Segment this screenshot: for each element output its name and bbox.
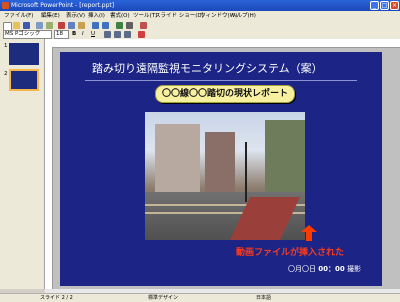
title-underline [85, 80, 357, 81]
date-suffix: 撮影 [346, 265, 361, 273]
menu-insert[interactable]: 挿入(I) [88, 11, 105, 21]
horizontal-ruler [45, 39, 400, 48]
thumbnail-number: 2 [4, 71, 8, 77]
chart-icon[interactable] [116, 22, 123, 29]
building [205, 132, 235, 192]
maximize-button[interactable]: □ [380, 1, 389, 10]
preview-icon[interactable] [46, 22, 53, 29]
font-name-select[interactable]: MS Pゴシック [3, 30, 52, 39]
align-right-icon[interactable] [124, 31, 131, 38]
subtitle-box[interactable]: 〇〇線〇〇踏切の現状レポート [155, 85, 295, 103]
underline-icon[interactable]: U [91, 30, 95, 39]
cut-icon[interactable] [58, 22, 65, 29]
window-title: Microsoft PowerPoint - [report.ppt] [11, 2, 115, 9]
title-bar: Microsoft PowerPoint - [report.ppt] _ □ … [0, 0, 400, 11]
video-frame-image[interactable] [145, 112, 305, 240]
date-text[interactable]: 〇月〇日 00：00 撮影 [288, 264, 361, 274]
thumbnail-number: 1 [4, 43, 8, 49]
print-icon[interactable] [36, 22, 43, 29]
slide-title[interactable]: 踏み切り遠隔監視モニタリングシステム（案） [92, 60, 323, 76]
caption-text[interactable]: 動画ファイルが挿入された [236, 245, 344, 258]
slide-thumbnail-1[interactable] [9, 43, 39, 65]
font-size-select[interactable]: 18 [54, 30, 69, 39]
align-center-icon[interactable] [114, 31, 121, 38]
save-icon[interactable] [23, 22, 30, 29]
italic-icon[interactable]: I [82, 30, 84, 39]
menu-format[interactable]: 書式(O) [110, 11, 130, 21]
close-button[interactable]: × [390, 1, 399, 10]
bold-icon[interactable]: B [72, 30, 76, 39]
menu-help[interactable]: ヘルプ(H) [231, 11, 256, 21]
undo-icon[interactable] [92, 22, 99, 29]
slide-thumbnail-panel: 1 2 [0, 39, 45, 289]
arrow-shaft [306, 230, 312, 241]
menu-edit[interactable]: 編集(E) [41, 11, 60, 21]
tree [265, 120, 305, 200]
align-left-icon[interactable] [104, 31, 111, 38]
copy-icon[interactable] [68, 22, 75, 29]
crossing-signal-pole [245, 142, 247, 202]
slide-thumbnail-2[interactable] [9, 69, 39, 91]
menu-view[interactable]: 表示(V) [66, 11, 85, 21]
menu-file[interactable]: ファイル(F) [4, 11, 33, 21]
date-prefix: 〇月〇日 [288, 265, 316, 273]
minimize-button[interactable]: _ [370, 1, 379, 10]
menu-tools[interactable]: ツール(T) [133, 11, 157, 21]
building [155, 124, 200, 194]
menu-bar: ファイル(F) 編集(E) 表示(V) 挿入(I) 書式(O) ツール(T) ス… [0, 11, 400, 21]
font-color-icon[interactable] [138, 31, 145, 38]
date-time: 00：00 [318, 265, 345, 273]
redo-icon[interactable] [102, 22, 109, 29]
zoom-icon[interactable] [140, 22, 147, 29]
menu-slideshow[interactable]: スライド ショー(D) [155, 11, 204, 21]
slide[interactable]: 踏み切り遠隔監視モニタリングシステム（案） 〇〇線〇〇踏切の現状レポート 動画フ… [60, 52, 382, 286]
open-folder-icon[interactable] [13, 22, 20, 29]
vertical-ruler [45, 47, 53, 289]
paste-icon[interactable] [78, 22, 85, 29]
table-icon[interactable] [126, 22, 133, 29]
powerpoint-icon [2, 2, 9, 9]
